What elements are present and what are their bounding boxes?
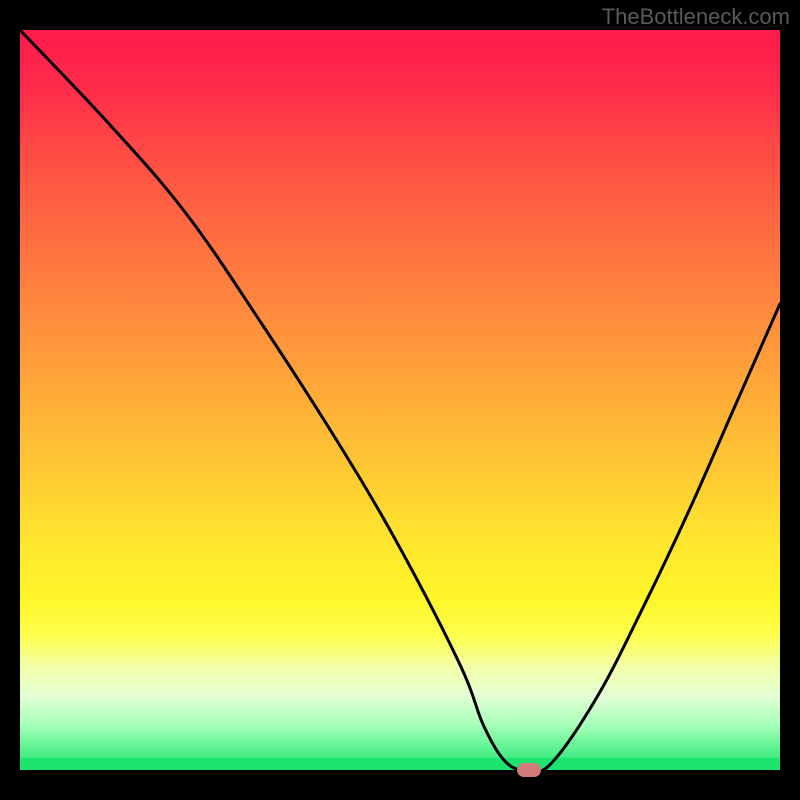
watermark-text: TheBottleneck.com: [602, 4, 790, 30]
chart-line-svg: [20, 30, 780, 770]
chart-container: TheBottleneck.com: [0, 0, 800, 800]
chart-line-path: [20, 30, 780, 771]
chart-minimum-marker: [517, 763, 541, 777]
